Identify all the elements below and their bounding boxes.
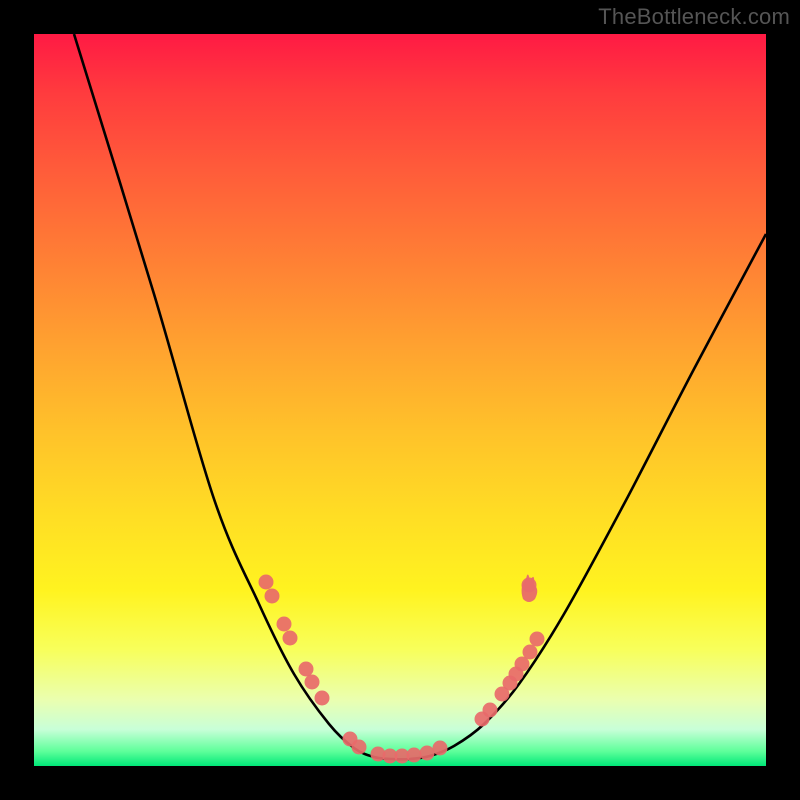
data-marker [277,617,292,632]
data-marker [407,748,422,763]
marker-group [259,575,545,764]
data-marker [265,589,280,604]
bottleneck-curve [74,34,766,759]
flame-marker [522,574,538,602]
data-marker [523,645,538,660]
watermark-text: TheBottleneck.com [598,4,790,30]
data-marker [483,703,498,718]
data-marker [259,575,274,590]
plot-area [34,34,766,766]
flame-icon [522,574,538,602]
data-marker [352,740,367,755]
data-marker [420,746,435,761]
chart-container: TheBottleneck.com [0,0,800,800]
data-marker [299,662,314,677]
data-marker [283,631,298,646]
data-marker [305,675,320,690]
data-marker [433,741,448,756]
data-marker [315,691,330,706]
data-marker [530,632,545,647]
curve-svg [34,34,766,766]
